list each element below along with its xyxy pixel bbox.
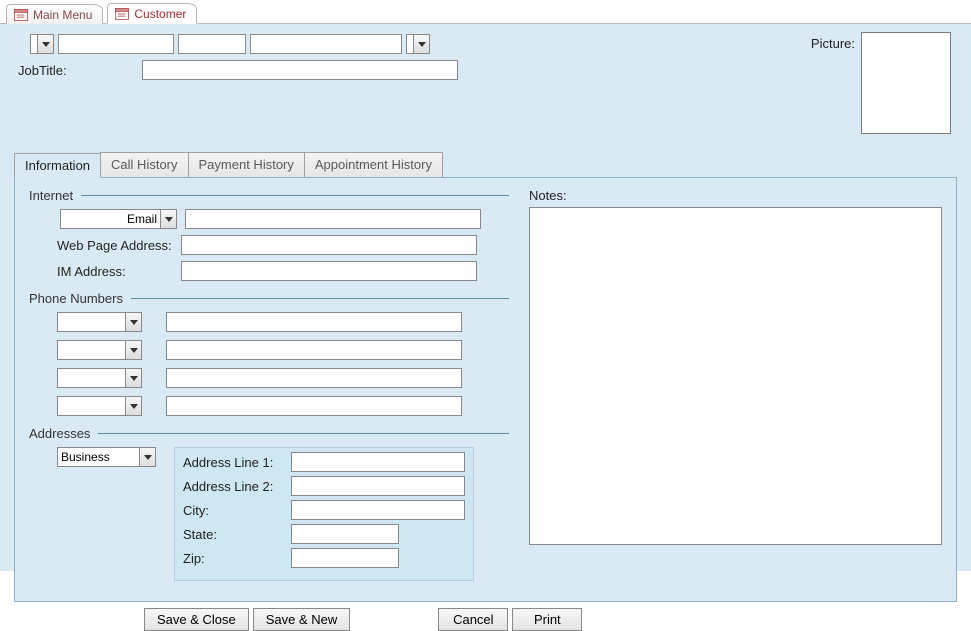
page-tab-main-menu[interactable]: Main Menu [6, 4, 103, 24]
group-title-phone: Phone Numbers [29, 291, 123, 306]
first-name-input[interactable] [58, 34, 174, 54]
save-close-button[interactable]: Save & Close [144, 608, 249, 631]
chevron-down-icon[interactable] [125, 396, 142, 416]
last-name-input[interactable] [250, 34, 402, 54]
group-phone: Phone Numbers [29, 291, 509, 416]
jobtitle-input[interactable] [142, 60, 458, 80]
page-tab-label: Main Menu [33, 8, 92, 22]
save-new-button[interactable]: Save & New [253, 608, 351, 631]
group-title-addresses: Addresses [29, 426, 90, 441]
chevron-down-icon[interactable] [160, 209, 177, 229]
chevron-down-icon[interactable] [413, 34, 430, 54]
web-label: Web Page Address: [57, 238, 173, 253]
phone-type-select[interactable] [57, 368, 125, 388]
phone-number-input[interactable] [166, 340, 462, 360]
addr-state-label: State: [183, 527, 283, 542]
phone-type-select[interactable] [57, 396, 125, 416]
address-panel: Address Line 1: Address Line 2: City: St… [174, 447, 474, 581]
page-tabs: Main Menu Customer [0, 0, 971, 24]
addr-line1-input[interactable] [291, 452, 465, 472]
notes-label: Notes: [529, 188, 942, 203]
group-addresses: Addresses Address Line 1: Address Line 2… [29, 426, 509, 581]
suffix-combo[interactable] [406, 34, 430, 54]
email-input[interactable] [185, 209, 481, 229]
cancel-button[interactable]: Cancel [438, 608, 508, 631]
im-label: IM Address: [57, 264, 173, 279]
phone-number-input[interactable] [166, 368, 462, 388]
picture-box[interactable] [861, 32, 951, 134]
group-title-internet: Internet [29, 188, 73, 203]
chevron-down-icon[interactable] [139, 447, 156, 467]
middle-name-input[interactable] [178, 34, 246, 54]
phone-type-select[interactable] [57, 340, 125, 360]
phone-number-input[interactable] [166, 312, 462, 332]
addr-zip-input[interactable] [291, 548, 399, 568]
form-icon [14, 9, 28, 21]
im-input[interactable] [181, 261, 477, 281]
addr-state-input[interactable] [291, 524, 399, 544]
detail-tabs: Information Call History Payment History… [14, 152, 957, 602]
chevron-down-icon[interactable] [125, 312, 142, 332]
addr-line1-label: Address Line 1: [183, 455, 283, 470]
email-type-select[interactable] [60, 209, 160, 229]
phone-type-select[interactable] [57, 312, 125, 332]
tab-call-history[interactable]: Call History [100, 152, 188, 177]
customer-form: JobTitle: Picture: Information Call Hist… [0, 24, 971, 571]
title-input[interactable] [30, 34, 37, 54]
suffix-input[interactable] [406, 34, 413, 54]
form-icon [115, 8, 129, 20]
chevron-down-icon[interactable] [37, 34, 54, 54]
divider [81, 195, 509, 196]
page-tab-label: Customer [134, 7, 186, 21]
addr-city-input[interactable] [291, 500, 465, 520]
addr-line2-input[interactable] [291, 476, 465, 496]
addr-city-label: City: [183, 503, 283, 518]
addr-zip-label: Zip: [183, 551, 283, 566]
divider [131, 298, 509, 299]
chevron-down-icon[interactable] [125, 368, 142, 388]
print-button[interactable]: Print [512, 608, 582, 631]
group-internet: Internet Web Page Address: [29, 188, 509, 281]
title-combo[interactable] [30, 34, 54, 54]
address-type-select[interactable] [57, 447, 139, 467]
page-tab-customer[interactable]: Customer [107, 3, 197, 24]
chevron-down-icon[interactable] [125, 340, 142, 360]
jobtitle-label: JobTitle: [16, 63, 136, 78]
notes-textarea[interactable] [529, 207, 942, 545]
addr-line2-label: Address Line 2: [183, 479, 283, 494]
tab-information[interactable]: Information [14, 153, 101, 178]
phone-number-input[interactable] [166, 396, 462, 416]
divider [98, 433, 509, 434]
action-buttons: Save & Close Save & New Cancel Print [14, 608, 957, 631]
tab-payment-history[interactable]: Payment History [188, 152, 305, 177]
web-input[interactable] [181, 235, 477, 255]
picture-label: Picture: [811, 32, 855, 51]
tab-appointment-history[interactable]: Appointment History [304, 152, 443, 177]
